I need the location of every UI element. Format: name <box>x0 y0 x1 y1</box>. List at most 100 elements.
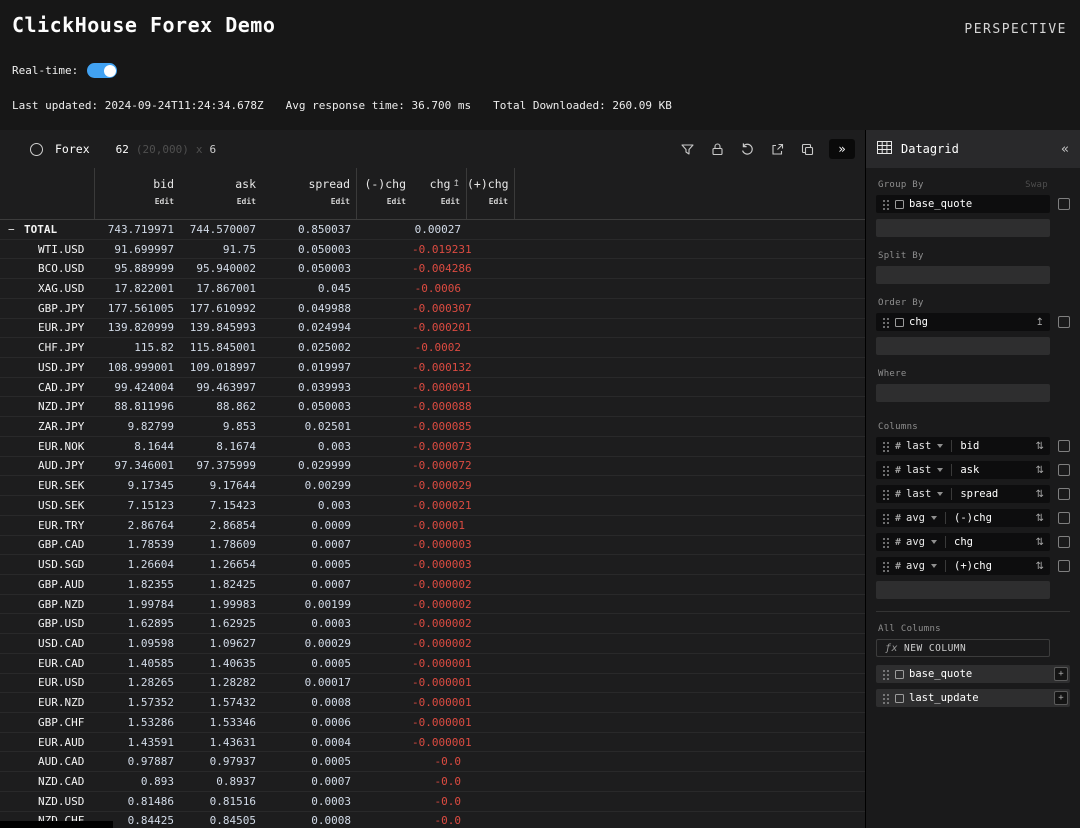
chg-cell[interactable]: -0.000201 <box>412 321 467 334</box>
spread-cell[interactable]: 0.0008 <box>262 814 357 827</box>
aggregate-select[interactable]: last <box>906 488 931 500</box>
group-by-drop-slot[interactable] <box>876 219 1050 237</box>
ask-cell[interactable]: 1.62925 <box>180 617 262 630</box>
sort-ascending-icon[interactable]: ↥ <box>452 179 460 189</box>
ask-cell[interactable]: 1.26654 <box>180 558 262 571</box>
spread-cell[interactable]: 0.0003 <box>262 795 357 808</box>
chg-cell[interactable]: -0.000021 <box>412 499 467 512</box>
bid-cell[interactable]: 1.40585 <box>95 657 180 670</box>
chg-cell[interactable]: -0.0 <box>412 795 467 808</box>
spread-cell[interactable]: 0.045 <box>262 282 357 295</box>
chg-cell[interactable]: -0.000002 <box>412 578 467 591</box>
spread-cell[interactable]: 0.00199 <box>262 598 357 611</box>
bid-cell[interactable]: 1.57352 <box>95 696 180 709</box>
ask-cell[interactable]: 744.570007 <box>180 223 262 236</box>
aggregate-select[interactable]: avg <box>906 512 925 524</box>
bid-cell[interactable]: 1.78539 <box>95 538 180 551</box>
bid-cell[interactable]: 99.424004 <box>95 381 180 394</box>
spread-cell[interactable]: 0.00029 <box>262 637 357 650</box>
spread-cell[interactable]: 0.00017 <box>262 676 357 689</box>
column-sort-icon[interactable]: ⇅ <box>1036 513 1044 524</box>
bid-cell[interactable]: 9.82799 <box>95 420 180 433</box>
spread-cell[interactable]: 0.0003 <box>262 617 357 630</box>
chg-cell[interactable]: -0.0 <box>412 775 467 788</box>
bid-cell[interactable]: 139.820999 <box>95 321 180 334</box>
ask-cell[interactable]: 8.1674 <box>180 440 262 453</box>
edit-button[interactable]: Edit <box>95 197 174 206</box>
spread-cell[interactable]: 0.050003 <box>262 262 357 275</box>
column-active-checkbox[interactable] <box>1058 464 1070 476</box>
chg-cell[interactable]: -0.000001 <box>412 657 467 670</box>
drag-handle-icon[interactable] <box>882 465 890 476</box>
ask-cell[interactable]: 9.17644 <box>180 479 262 492</box>
bid-cell[interactable]: 97.346001 <box>95 459 180 472</box>
ask-cell[interactable]: 0.84505 <box>180 814 262 827</box>
spread-cell[interactable]: 0.003 <box>262 499 357 512</box>
chg-cell[interactable]: -0.000001 <box>412 696 467 709</box>
chg-cell[interactable]: -0.000002 <box>412 617 467 630</box>
ask-cell[interactable]: 115.845001 <box>180 341 262 354</box>
horizontal-scrollbar-thumb[interactable] <box>0 821 113 828</box>
order-by-drop-slot[interactable] <box>876 337 1050 355</box>
chg-cell[interactable]: -0.000085 <box>412 420 467 433</box>
spread-cell[interactable]: 0.049988 <box>262 302 357 315</box>
inactive-column-row[interactable]: last_update + <box>876 689 1070 707</box>
aggregate-select[interactable]: last <box>906 464 931 476</box>
column-pill[interactable]: # avg (+)chg ⇅ <box>876 557 1050 575</box>
ask-cell[interactable]: 1.82425 <box>180 578 262 591</box>
bid-cell[interactable]: 1.43591 <box>95 736 180 749</box>
column-active-checkbox[interactable] <box>1058 536 1070 548</box>
chg-cell[interactable]: -0.000002 <box>412 637 467 650</box>
add-column-button[interactable]: + <box>1054 691 1068 705</box>
spread-cell[interactable]: 0.0007 <box>262 775 357 788</box>
ask-cell[interactable]: 0.8937 <box>180 775 262 788</box>
bid-cell[interactable]: 115.82 <box>95 341 180 354</box>
swap-button[interactable]: Swap <box>1025 180 1048 190</box>
bid-cell[interactable]: 0.97887 <box>95 755 180 768</box>
spread-cell[interactable]: 0.024994 <box>262 321 357 334</box>
aggregate-select[interactable]: avg <box>906 536 925 548</box>
column-active-checkbox[interactable] <box>1058 440 1070 452</box>
spread-cell[interactable]: 0.0009 <box>262 519 357 532</box>
chg-cell[interactable]: -0.000001 <box>412 676 467 689</box>
spread-cell[interactable]: 0.050003 <box>262 243 357 256</box>
column-pill[interactable]: # avg chg ⇅ <box>876 533 1050 551</box>
edit-button[interactable]: Edit <box>412 197 460 206</box>
ask-cell[interactable]: 88.862 <box>180 400 262 413</box>
chg-cell[interactable]: -0.00001 <box>412 519 467 532</box>
inactive-column-row[interactable]: base_quote + <box>876 665 1070 683</box>
chg-cell[interactable]: -0.000001 <box>412 716 467 729</box>
column-header-bid[interactable]: bid Edit <box>95 168 180 219</box>
ask-cell[interactable]: 2.86854 <box>180 519 262 532</box>
drag-handle-icon[interactable] <box>882 693 890 704</box>
lock-icon[interactable] <box>709 141 725 157</box>
bid-cell[interactable]: 1.53286 <box>95 716 180 729</box>
ask-cell[interactable]: 17.867001 <box>180 282 262 295</box>
new-column-button[interactable]: ƒx NEW COLUMN <box>876 639 1050 657</box>
ask-cell[interactable]: 1.40635 <box>180 657 262 670</box>
ask-cell[interactable]: 109.018997 <box>180 361 262 374</box>
drag-handle-icon[interactable] <box>882 199 890 210</box>
ask-cell[interactable]: 1.57432 <box>180 696 262 709</box>
spread-cell[interactable]: 0.050003 <box>262 400 357 413</box>
bid-cell[interactable]: 108.999001 <box>95 361 180 374</box>
ask-cell[interactable]: 1.09627 <box>180 637 262 650</box>
spread-cell[interactable]: 0.0005 <box>262 755 357 768</box>
order-by-checkbox[interactable] <box>1058 316 1070 328</box>
chg-cell[interactable]: -0.000001 <box>412 736 467 749</box>
ask-cell[interactable]: 0.81516 <box>180 795 262 808</box>
ask-cell[interactable]: 99.463997 <box>180 381 262 394</box>
drag-handle-icon[interactable] <box>882 537 890 548</box>
bid-cell[interactable]: 17.822001 <box>95 282 180 295</box>
column-active-checkbox[interactable] <box>1058 488 1070 500</box>
drag-handle-icon[interactable] <box>882 513 890 524</box>
chg-cell[interactable]: -0.000307 <box>412 302 467 315</box>
bid-cell[interactable]: 1.62895 <box>95 617 180 630</box>
chg-cell[interactable]: -0.000132 <box>412 361 467 374</box>
spread-cell[interactable]: 0.019997 <box>262 361 357 374</box>
column-header-neg-chg[interactable]: (-)chg Edit <box>357 168 412 219</box>
chg-cell[interactable]: -0.004286 <box>412 262 467 275</box>
chg-cell[interactable]: -0.000072 <box>412 459 467 472</box>
group-collapse-toggle[interactable]: − <box>8 223 18 236</box>
realtime-toggle[interactable] <box>87 63 117 78</box>
